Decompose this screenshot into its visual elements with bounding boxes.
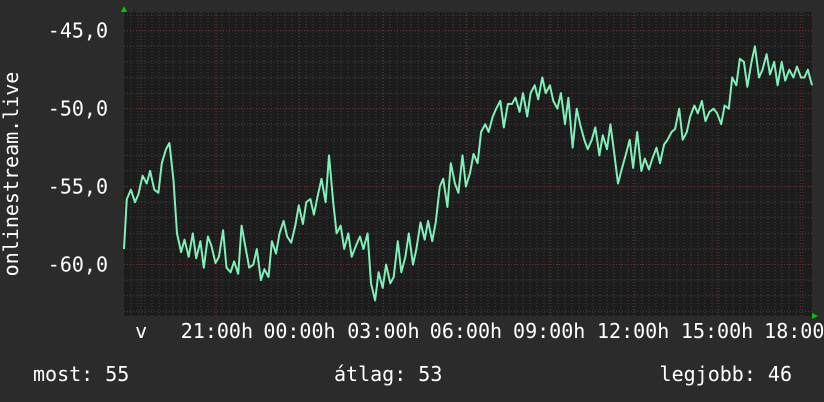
stat-best-label: legjobb: bbox=[659, 362, 756, 386]
stat-now: most: 55 bbox=[33, 362, 129, 386]
stat-average-value: 53 bbox=[418, 362, 443, 386]
x-tick-label: 21:00h bbox=[181, 319, 253, 343]
line-chart: -45,0 -50,0 -55,0 -60,0 v 21:00h 00:00h 03:00h 0… bbox=[0, 6, 824, 343]
y-tick-label: -50,0 bbox=[48, 97, 108, 121]
x-tick-label: 18:00h bbox=[764, 319, 824, 343]
stat-now-label: most: bbox=[33, 362, 94, 386]
stat-average: átlag: 53 bbox=[334, 362, 442, 386]
x-tick-label: 00:00h bbox=[263, 319, 335, 343]
y-axis-label: onlinestream.live bbox=[0, 72, 23, 277]
stats-row: most: 55 átlag: 53 legjobb: 46 bbox=[0, 362, 824, 388]
stat-best-value: 46 bbox=[767, 362, 792, 386]
x-tick-label: 12:00h bbox=[597, 319, 669, 343]
y-tick-label: -55,0 bbox=[48, 175, 108, 199]
x-tick-label: v bbox=[135, 319, 147, 343]
x-tick-label: 03:00h bbox=[347, 319, 419, 343]
stat-average-label: átlag: bbox=[334, 362, 407, 386]
x-tick-label: 06:00h bbox=[430, 319, 502, 343]
plot-area bbox=[124, 12, 812, 316]
y-axis-arrow bbox=[121, 6, 127, 12]
stat-now-value: 55 bbox=[105, 362, 130, 386]
y-tick-label: -45,0 bbox=[48, 19, 108, 43]
x-tick-label: 15:00h bbox=[681, 319, 753, 343]
x-tick-label: 09:00h bbox=[513, 319, 585, 343]
stat-best: legjobb: 46 bbox=[660, 362, 792, 386]
y-tick-label: -60,0 bbox=[48, 253, 108, 277]
